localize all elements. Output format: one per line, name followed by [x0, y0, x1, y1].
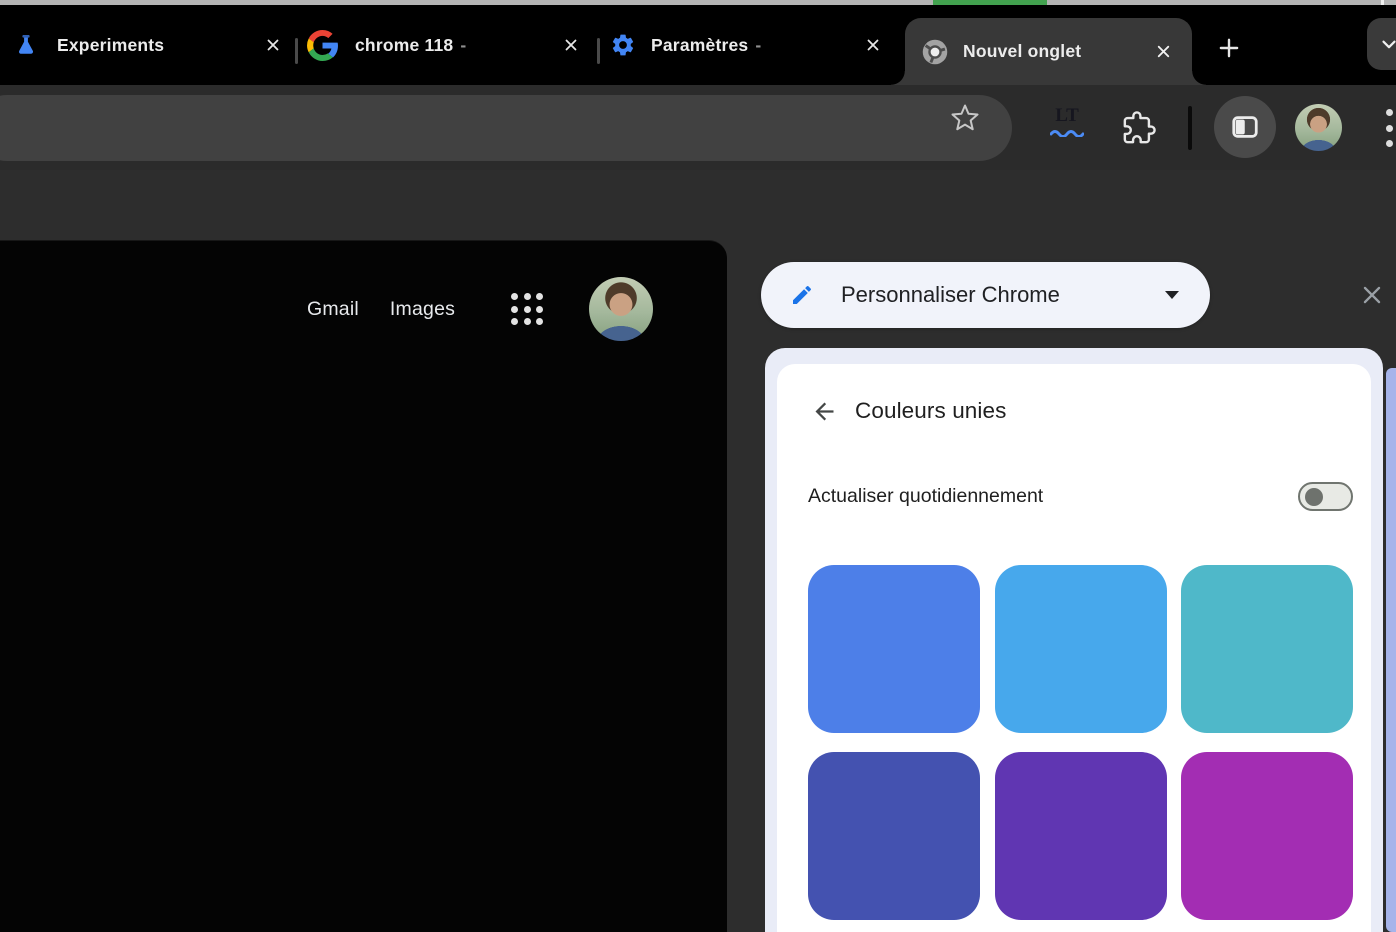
back-arrow-icon[interactable]	[810, 397, 838, 425]
color-swatch-indigo[interactable]	[808, 752, 980, 920]
side-panel-close-icon[interactable]	[1358, 281, 1386, 309]
address-bar[interactable]	[0, 95, 1012, 161]
close-icon[interactable]	[262, 34, 284, 56]
side-panel-title: Personnaliser Chrome	[841, 282, 1060, 308]
chrome-icon	[921, 38, 949, 66]
customize-chrome-panel: Couleurs unies Actualiser quotidiennemen…	[765, 348, 1383, 932]
extensions-puzzle-icon[interactable]	[1122, 111, 1156, 145]
refresh-daily-label: Actualiser quotidiennement	[808, 485, 1043, 508]
flask-icon	[14, 33, 38, 57]
close-icon[interactable]	[1152, 41, 1174, 63]
languagetool-extension-icon[interactable]: LT	[1048, 103, 1086, 149]
tab-nouvel-onglet-active[interactable]: Nouvel onglet	[905, 18, 1192, 85]
refresh-daily-toggle[interactable]	[1298, 482, 1353, 511]
toolbar: LT	[0, 85, 1396, 170]
profile-avatar[interactable]	[1295, 104, 1342, 151]
color-swatch-light-blue[interactable]	[995, 565, 1167, 733]
side-panel-button[interactable]	[1214, 96, 1276, 158]
new-tab-button[interactable]	[1207, 26, 1251, 70]
section-title: Couleurs unies	[855, 398, 1006, 424]
color-swatch-purple[interactable]	[995, 752, 1167, 920]
close-icon[interactable]	[560, 34, 582, 56]
side-panel-scrollbar[interactable]	[1386, 368, 1396, 932]
tab-title: chrome 118	[355, 35, 453, 56]
images-link[interactable]: Images	[390, 298, 455, 321]
ntp-header: Gmail Images	[307, 277, 653, 341]
color-swatch-magenta[interactable]	[1181, 752, 1353, 920]
pencil-icon	[790, 283, 814, 307]
tab-experiments[interactable]: Experiments	[14, 5, 284, 85]
title-fade	[1083, 41, 1139, 62]
tab-chrome-118[interactable]: chrome 118 -	[306, 5, 582, 85]
tab-separator	[597, 38, 600, 64]
color-swatch-blue[interactable]	[808, 565, 980, 733]
tab-title: Experiments	[57, 35, 164, 56]
tab-parametres[interactable]: Paramètres -	[610, 5, 884, 85]
color-swatch-grid	[808, 565, 1353, 920]
close-icon[interactable]	[862, 34, 884, 56]
gear-icon	[610, 32, 636, 58]
tab-title-suffix: -	[460, 35, 466, 56]
solid-colors-card: Couleurs unies Actualiser quotidiennemen…	[777, 364, 1371, 932]
tab-title-suffix: -	[755, 35, 761, 56]
tab-strip: Experiments chrome 118 - Paramètres -	[0, 5, 1396, 85]
tab-overflow-button[interactable]	[1367, 18, 1396, 70]
color-swatch-teal[interactable]	[1181, 565, 1353, 733]
google-apps-icon[interactable]	[511, 293, 543, 325]
chevron-down-icon	[1162, 288, 1182, 302]
google-g-icon	[306, 29, 339, 62]
google-account-avatar[interactable]	[589, 277, 653, 341]
bookmark-star-icon[interactable]	[948, 101, 982, 135]
tab-title: Nouvel onglet	[963, 41, 1081, 61]
side-panel-title-dropdown[interactable]: Personnaliser Chrome	[761, 262, 1210, 328]
gmail-link[interactable]: Gmail	[307, 298, 359, 321]
new-tab-page: Gmail Images	[0, 240, 727, 932]
browser-menu-icon[interactable]	[1386, 104, 1396, 152]
tab-title: Paramètres	[651, 35, 748, 56]
tab-separator	[295, 38, 298, 64]
toolbar-separator	[1188, 106, 1192, 150]
